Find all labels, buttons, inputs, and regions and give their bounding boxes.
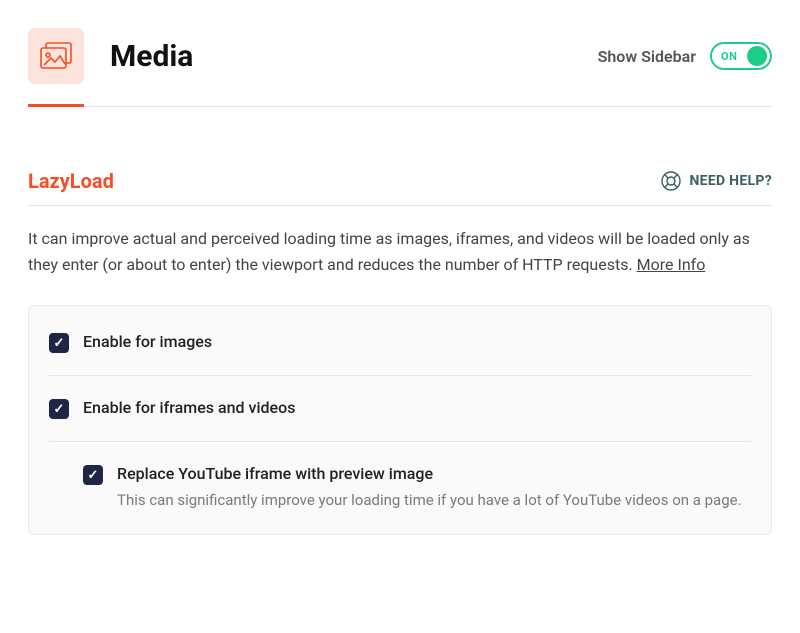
option-label: Enable for images	[83, 332, 751, 351]
option-content: Replace YouTube iframe with preview imag…	[117, 464, 751, 512]
page-title: Media	[110, 39, 193, 74]
media-icon	[40, 42, 72, 70]
option-label: Replace YouTube iframe with preview imag…	[117, 464, 751, 483]
option-content: Enable for iframes and videos	[83, 398, 751, 417]
header-left: Media	[28, 28, 193, 106]
toggle-knob	[747, 46, 767, 66]
show-sidebar-label: Show Sidebar	[598, 47, 696, 66]
lifebuoy-icon	[661, 171, 681, 191]
lazyload-section: LazyLoad NEED HELP? It can improve actua…	[28, 169, 772, 535]
checkbox-enable-images[interactable]: ✓	[49, 333, 69, 353]
option-label: Enable for iframes and videos	[83, 398, 751, 417]
section-header: LazyLoad NEED HELP?	[28, 169, 772, 206]
option-content: Enable for images	[83, 332, 751, 351]
show-sidebar-toggle[interactable]: ON	[710, 42, 772, 70]
more-info-link[interactable]: More Info	[637, 255, 706, 274]
toggle-on-text: ON	[721, 50, 737, 63]
checkmark-icon: ✓	[88, 468, 99, 483]
header-right: Show Sidebar ON	[598, 42, 772, 92]
option-enable-iframes: ✓ Enable for iframes and videos	[49, 376, 751, 442]
section-title: LazyLoad	[28, 169, 114, 193]
need-help-text: NEED HELP?	[689, 173, 772, 189]
need-help-link[interactable]: NEED HELP?	[661, 171, 772, 191]
checkmark-icon: ✓	[54, 336, 65, 351]
option-enable-images: ✓ Enable for images	[49, 306, 751, 376]
checkbox-replace-youtube[interactable]: ✓	[83, 465, 103, 485]
page-header: Media Show Sidebar ON	[28, 28, 772, 107]
option-description: This can significantly improve your load…	[117, 489, 751, 512]
active-tab-underline	[28, 104, 84, 107]
options-panel: ✓ Enable for images ✓ Enable for iframes…	[28, 305, 772, 535]
media-icon-box	[28, 28, 84, 84]
checkmark-icon: ✓	[54, 402, 65, 417]
option-replace-youtube: ✓ Replace YouTube iframe with preview im…	[83, 442, 751, 534]
section-description: It can improve actual and perceived load…	[28, 226, 772, 277]
checkbox-enable-iframes[interactable]: ✓	[49, 399, 69, 419]
